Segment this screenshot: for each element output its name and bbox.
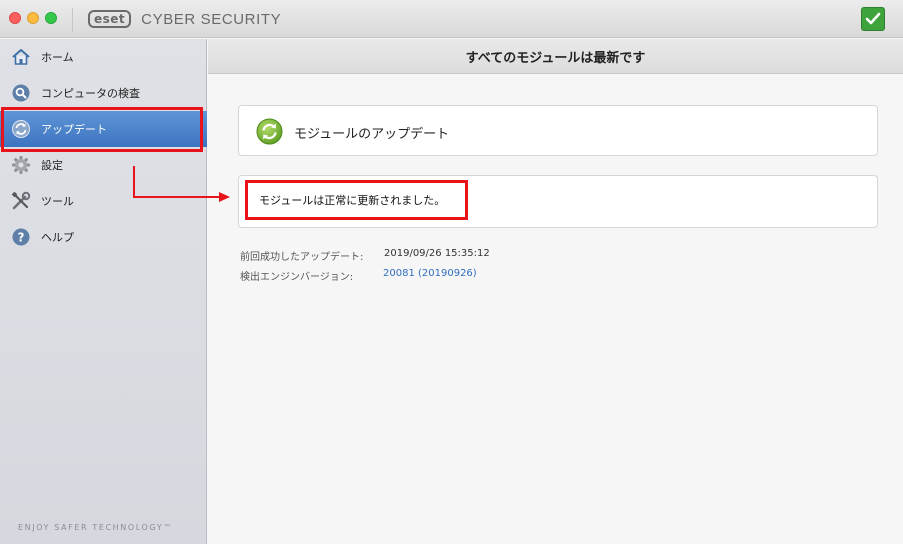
sidebar-item-home[interactable]: ホーム [0, 39, 207, 75]
annotation-highlight-update-nav [1, 107, 203, 152]
product-name: CYBER SECURITY [141, 10, 282, 28]
gear-icon [11, 155, 31, 175]
titlebar-divider [72, 8, 73, 32]
engine-version-link[interactable]: 20081 (20190926) [383, 268, 477, 279]
minimize-window-button[interactable] [27, 12, 39, 24]
module-update-button[interactable]: モジュールのアップデート [238, 105, 878, 156]
last-update-value: 2019/09/26 15:35:12 [384, 248, 490, 259]
svg-text:?: ? [18, 231, 25, 245]
protection-status-check-icon[interactable] [861, 7, 885, 31]
magnifier-icon [11, 83, 31, 103]
title-bar: eset CYBER SECURITY [0, 0, 903, 38]
close-window-button[interactable] [9, 12, 21, 24]
sidebar-item-label: 設定 [41, 159, 63, 172]
update-card-title: モジュールのアップデート [294, 127, 450, 142]
sidebar-item-settings[interactable]: 設定 [0, 147, 207, 183]
page-title: すべてのモジュールは最新です [465, 50, 646, 66]
last-update-label: 前回成功したアップデート: [240, 252, 364, 263]
annotation-highlight-result [245, 180, 468, 220]
sidebar-item-label: ツール [41, 195, 74, 208]
sidebar-item-label: ホーム [41, 51, 74, 64]
engine-version-label: 検出エンジンバージョン: [240, 272, 354, 283]
eset-logo-badge: eset [88, 10, 132, 28]
zoom-window-button[interactable] [45, 12, 57, 24]
app-logo: eset CYBER SECURITY [88, 9, 281, 29]
sidebar-item-label: コンピュータの検査 [41, 87, 140, 100]
sidebar-item-computer-scan[interactable]: コンピュータの検査 [0, 75, 207, 111]
help-icon: ? [11, 227, 31, 247]
sidebar-item-tools[interactable]: ツール [0, 183, 207, 219]
sidebar-item-label: ヘルプ [41, 231, 74, 244]
sidebar-item-help[interactable]: ? ヘルプ [0, 219, 207, 255]
home-icon [11, 47, 31, 67]
tools-icon [11, 191, 31, 211]
update-refresh-icon [256, 118, 283, 145]
page-title-bar: すべてのモジュールは最新です [208, 39, 903, 74]
tagline: ENJOY SAFER TECHNOLOGY™ [18, 523, 173, 532]
